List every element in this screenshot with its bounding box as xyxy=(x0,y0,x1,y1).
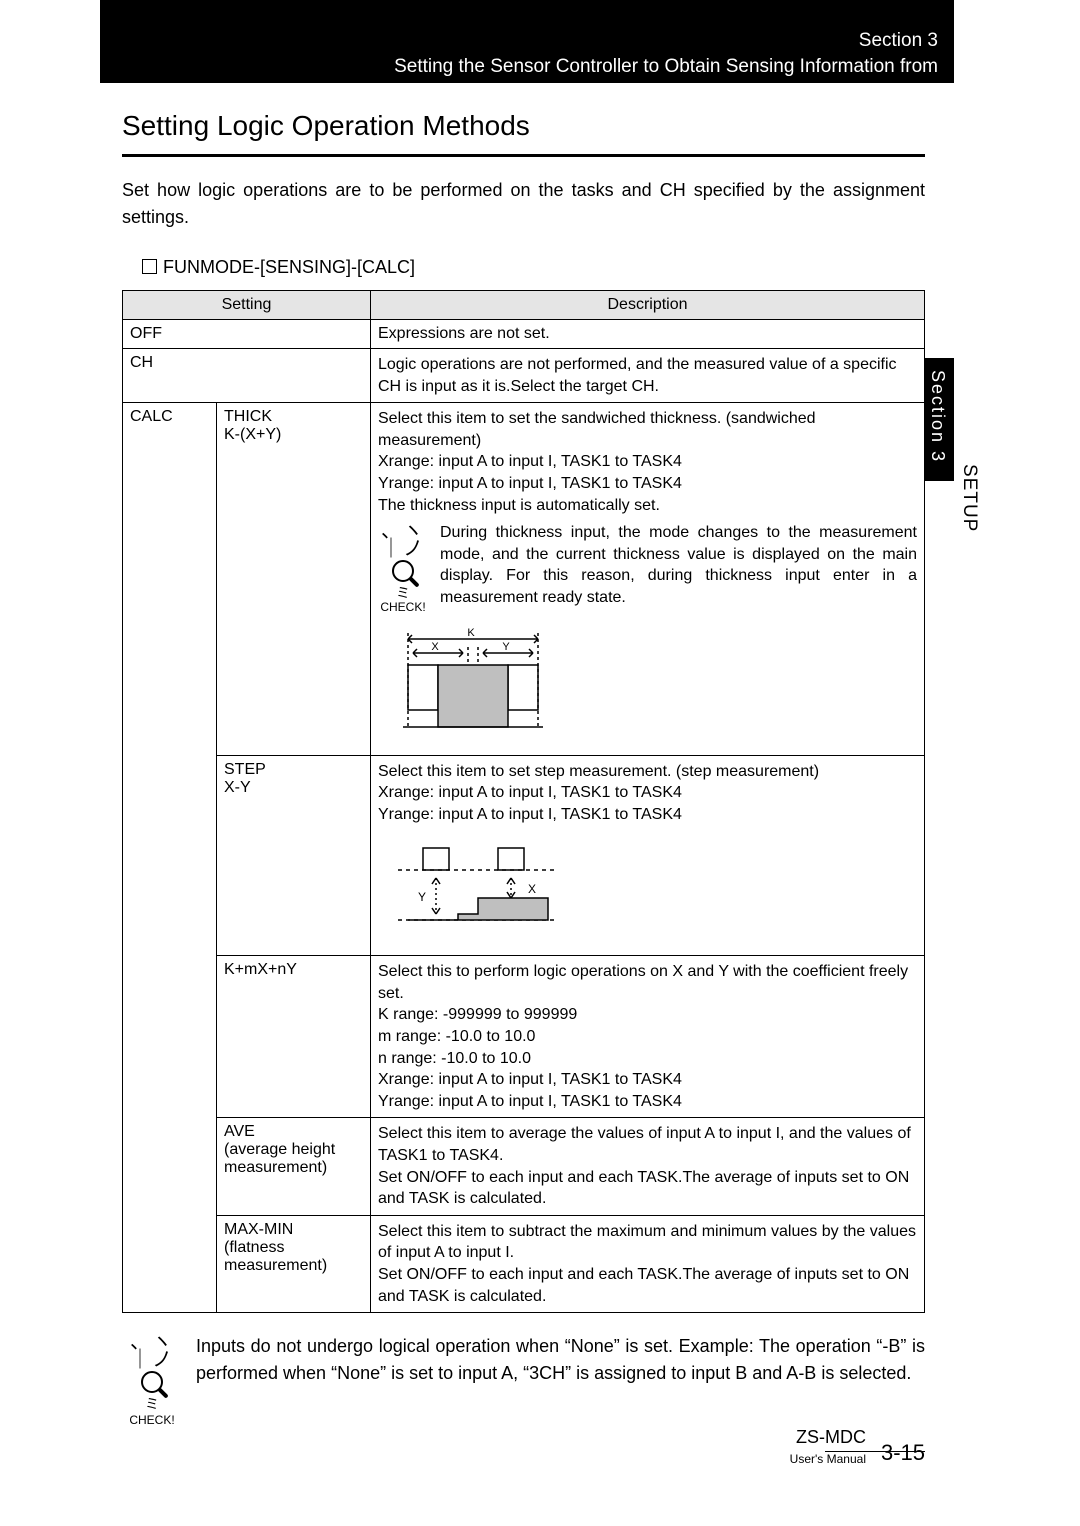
table-row-kmxny: K+mX+nY Select this to perform logic ope… xyxy=(123,956,925,1118)
footer-manual: User's Manual xyxy=(790,1452,866,1466)
intro-text: Set how logic operations are to be perfo… xyxy=(122,177,925,231)
magnifier-icon xyxy=(392,560,414,582)
table-row-off: OFF Expressions are not set. xyxy=(123,320,925,349)
funmode-path: FUNMODE-[SENSING]-[CALC] xyxy=(142,257,925,278)
header-chapter: Setting the Sensor Controller to Obtain … xyxy=(394,54,938,80)
footnote-text: Inputs do not undergo logical operation … xyxy=(196,1333,925,1387)
setting-kmxny: K+mX+nY xyxy=(217,956,371,1118)
footer-page: 3-15 xyxy=(881,1440,925,1466)
side-tab-section: Section 3 xyxy=(924,358,954,481)
table-row-step: STEP X-Y Select this item to set step me… xyxy=(123,755,925,955)
setting-off: OFF xyxy=(123,320,371,349)
desc-off: Expressions are not set. xyxy=(371,320,925,349)
table-row-thick: CALC THICK K-(X+Y) Select this item to s… xyxy=(123,403,925,756)
side-tab-label: SETUP xyxy=(960,464,980,532)
desc-step: Select this item to set step measurement… xyxy=(371,755,925,955)
check-icon: 、ヽ｜ノ ミ CHECK! xyxy=(378,522,428,615)
table-row-maxmin: MAX-MIN (flatness measurement) Select th… xyxy=(123,1215,925,1312)
footnote: 、ヽ｜ノ ミ CHECK! Inputs do not undergo logi… xyxy=(122,1333,925,1428)
thick-check-note: During thickness input, the mode changes… xyxy=(440,522,917,608)
desc-kmxny: Select this to perform logic operations … xyxy=(371,956,925,1118)
header-section: Section 3 xyxy=(394,28,938,54)
magnifier-icon xyxy=(141,1371,163,1393)
col-description: Description xyxy=(371,291,925,320)
settings-table: Setting Description OFF Expressions are … xyxy=(122,290,925,1313)
svg-text:X: X xyxy=(528,882,536,896)
title-rule xyxy=(122,154,925,157)
svg-text:Y: Y xyxy=(418,890,426,904)
setting-ch: CH xyxy=(123,349,371,403)
thick-diagram: K X Y xyxy=(378,627,568,737)
svg-text:K: K xyxy=(467,627,475,639)
setting-maxmin: MAX-MIN (flatness measurement) xyxy=(217,1215,371,1312)
col-setting: Setting xyxy=(123,291,371,320)
table-row-ch: CH Logic operations are not performed, a… xyxy=(123,349,925,403)
desc-ch: Logic operations are not performed, and … xyxy=(371,349,925,403)
setting-thick: THICK K-(X+Y) xyxy=(217,403,371,756)
setting-ave: AVE (average height measurement) xyxy=(217,1118,371,1215)
svg-text:X: X xyxy=(431,641,439,653)
svg-text:Y: Y xyxy=(502,641,510,653)
header-rule xyxy=(100,80,954,83)
footer-product: ZS-MDC xyxy=(796,1427,866,1448)
setting-step: STEP X-Y xyxy=(217,755,371,955)
setting-calc: CALC xyxy=(123,403,217,1313)
step-diagram: Y X xyxy=(378,838,578,938)
page-title: Setting Logic Operation Methods xyxy=(122,110,925,142)
desc-ave: Select this item to average the values o… xyxy=(371,1118,925,1215)
page-header: Section 3 Setting the Sensor Controller … xyxy=(100,0,954,80)
check-icon: 、ヽ｜ノ ミ CHECK! xyxy=(122,1333,182,1428)
desc-thick: Select this item to set the sandwiched t… xyxy=(371,403,925,756)
table-row-ave: AVE (average height measurement) Select … xyxy=(123,1118,925,1215)
desc-maxmin: Select this item to subtract the maximum… xyxy=(371,1215,925,1312)
